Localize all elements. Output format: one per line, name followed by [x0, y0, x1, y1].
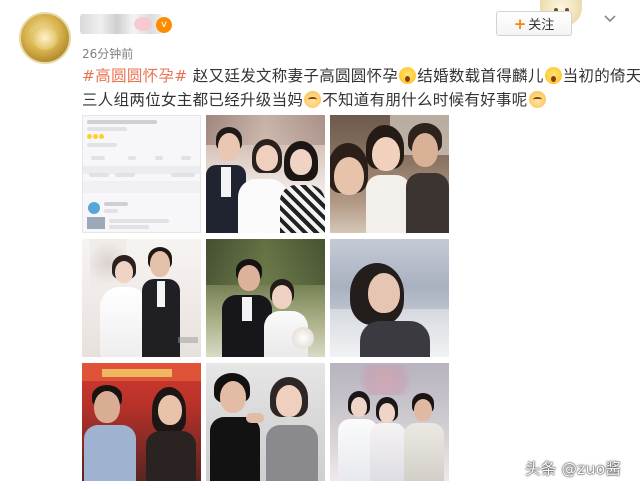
plus-icon: + — [513, 14, 527, 33]
hashtag-link[interactable]: #高圆圆怀孕# — [82, 67, 188, 85]
couple-wedding-photo[interactable] — [206, 115, 325, 233]
watermark-label: 头条 @zuo酱 — [525, 460, 621, 478]
period-drama-photo[interactable] — [330, 363, 449, 481]
post-text-part2: 结婚数载首得麟儿 — [417, 67, 544, 85]
two-women-photo[interactable] — [206, 363, 325, 481]
bride-groom-photo[interactable] — [82, 239, 201, 357]
follow-label: 关注 — [528, 18, 555, 33]
portrait-photo[interactable] — [330, 239, 449, 357]
cat-emoji-icon — [304, 91, 322, 108]
weibo-screenshot-thumbnail[interactable] — [82, 115, 201, 233]
shock-emoji-icon — [544, 67, 562, 84]
chevron-down-icon[interactable] — [604, 13, 616, 25]
post-timestamp[interactable]: 26分钟前 — [82, 45, 133, 62]
post-text: #高圆圆怀孕# 赵又廷发文称妻子高圆圆怀孕 结婚数载首得麟儿 当初的倚天三人组两位女… — [82, 64, 640, 112]
photo-grid — [82, 115, 450, 481]
user-avatar[interactable] — [19, 12, 71, 64]
cat-emoji-icon — [528, 91, 546, 108]
follow-button[interactable]: + 关注 — [496, 11, 572, 36]
username-decoration — [134, 17, 152, 31]
event-photo[interactable] — [82, 363, 201, 481]
post-text-part4: 不知道有朋什么时候有好事呢 — [322, 91, 528, 109]
weibo-post-card: v 26分钟前 + 关注 #高圆圆怀孕# 赵又廷发文称妻子高圆圆怀孕 结婚数载首得… — [0, 0, 640, 489]
vip-badge-icon: v — [156, 17, 172, 33]
post-text-part1: 赵又廷发文称妻子高圆圆怀孕 — [187, 67, 399, 85]
friends-selfie-photo[interactable] — [330, 115, 449, 233]
wedding-ceremony-photo[interactable] — [206, 239, 325, 357]
shock-emoji-icon — [399, 67, 417, 84]
